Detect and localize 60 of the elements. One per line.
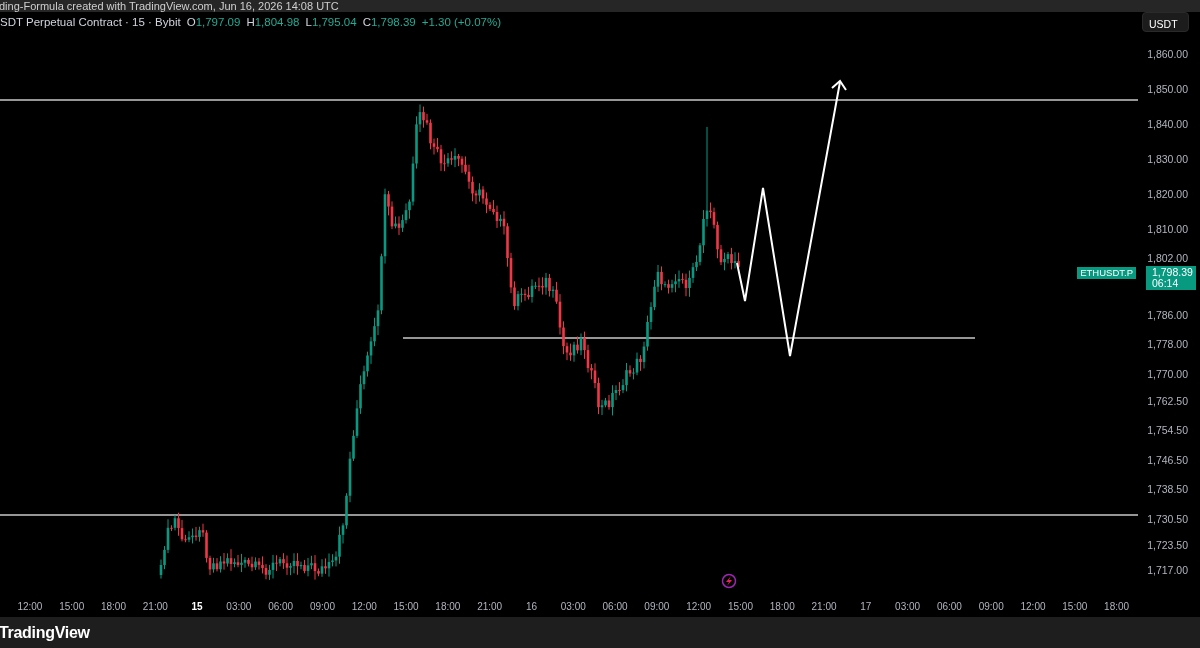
time-label: 12:00: [350, 600, 378, 612]
time-label: 18:00: [434, 600, 462, 612]
price-label: 1,802.00: [1147, 252, 1188, 264]
ohlc-label: H: [246, 16, 255, 28]
time-label: 06:00: [267, 600, 295, 612]
time-label: 09:00: [308, 600, 336, 612]
ohlc-value: 1,795.04: [311, 16, 357, 28]
price-label: 1,810.00: [1147, 223, 1188, 235]
snapshot-caption: ding-Formula created with TradingView.com, Jun 16, 2026 14:08 UTC: [0, 0, 340, 12]
time-label: 12:00: [16, 600, 44, 612]
price-label: 1,754.50: [1147, 424, 1188, 436]
time-label: 12:00: [1019, 600, 1047, 612]
time-label: 15:00: [392, 600, 420, 612]
time-label: 17: [859, 600, 873, 612]
time-label: 06:00: [601, 600, 629, 612]
time-label: 18:00: [1103, 600, 1131, 612]
price-label: 1,723.50: [1147, 539, 1188, 551]
time-label: 03:00: [559, 600, 587, 612]
ohlc-value: 1,798.39: [370, 16, 416, 28]
price-label: 1,746.50: [1147, 454, 1188, 466]
time-label: 21:00: [476, 600, 504, 612]
time-label: 06:00: [935, 600, 963, 612]
time-label: 15:00: [58, 600, 86, 612]
price-label: 1,770.00: [1147, 368, 1188, 380]
symbol-badge: ETHUSDT.P: [1077, 267, 1136, 279]
time-label: 09:00: [643, 600, 671, 612]
ohlc-label: L: [305, 16, 312, 28]
time-label: 15:00: [1061, 600, 1089, 612]
time-label: 12:00: [685, 600, 713, 612]
price-label: 1,840.00: [1147, 118, 1188, 130]
price-label: 1,786.00: [1147, 309, 1188, 321]
symbol-title: SDT Perpetual Contract · 15 · Bybit: [0, 16, 181, 28]
time-label: 16: [524, 600, 538, 612]
price-label: 1,830.00: [1147, 153, 1188, 165]
ohlc-label: C: [362, 16, 371, 28]
time-label: 03:00: [894, 600, 922, 612]
time-label: 15: [190, 600, 204, 612]
brand-logo-text: TradingView: [0, 623, 90, 642]
currency-button[interactable]: USDT: [1142, 12, 1189, 32]
time-label: 09:00: [977, 600, 1005, 612]
price-label: 1,820.00: [1147, 188, 1188, 200]
price-label: 1,730.50: [1147, 513, 1188, 525]
time-label: 18:00: [768, 600, 796, 612]
price-change: +1.30 (+0.07%): [421, 16, 501, 28]
price-label: 1,738.50: [1147, 483, 1188, 495]
price-label: 1,850.00: [1147, 83, 1188, 95]
price-label: 1,762.50: [1147, 395, 1188, 407]
last-price-badge: 1,798.39 06:14: [1146, 266, 1196, 290]
price-label: 1,860.00: [1147, 48, 1188, 60]
price-label: 1,778.00: [1147, 338, 1188, 350]
price-label: 1,717.00: [1147, 564, 1188, 576]
ohlc-label: O: [186, 16, 196, 28]
ohlc-value: 1,804.98: [254, 16, 300, 28]
time-label: 03:00: [225, 600, 253, 612]
time-label: 21:00: [141, 600, 169, 612]
lightning-icon: [721, 573, 737, 589]
ohlc-value: 1,797.09: [195, 16, 241, 28]
time-label: 18:00: [99, 600, 127, 612]
time-label: 21:00: [810, 600, 838, 612]
time-label: 15:00: [726, 600, 754, 612]
